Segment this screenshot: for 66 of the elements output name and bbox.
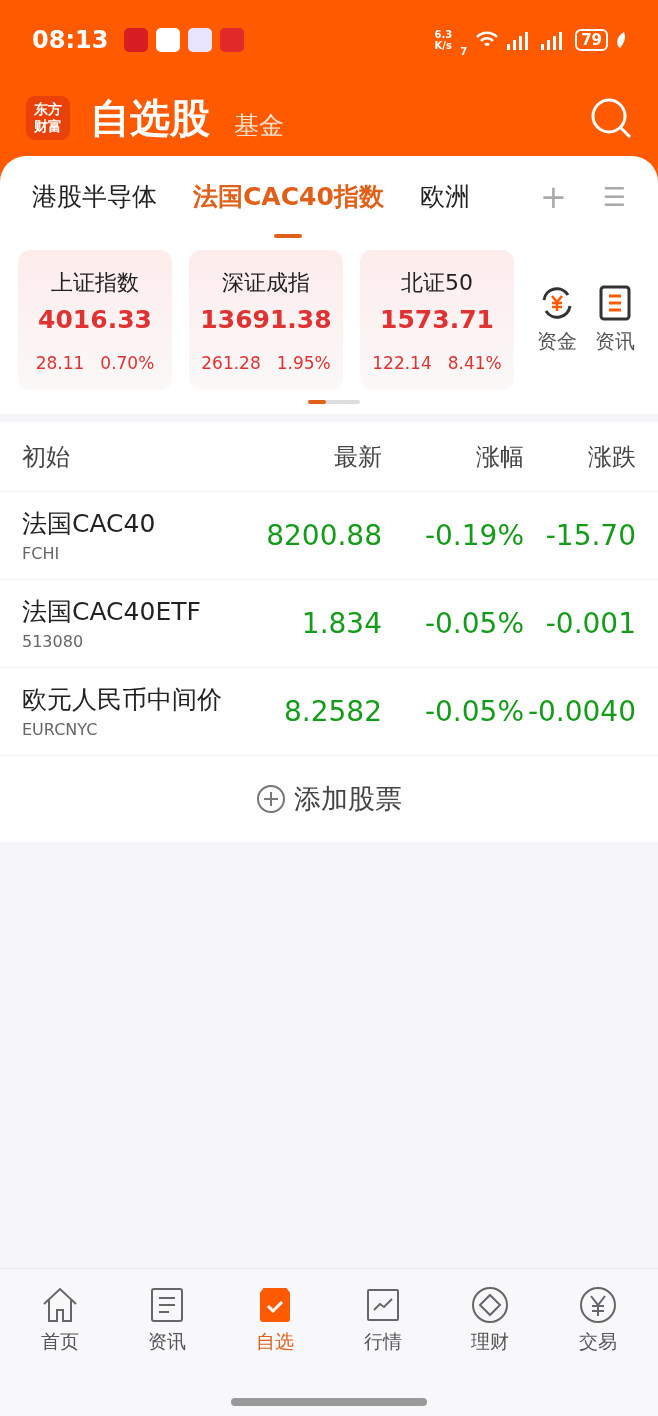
status-time: 08:13	[32, 25, 109, 56]
wifi-icon	[475, 31, 500, 49]
nav-tab[interactable]: 理财	[450, 1285, 531, 1356]
stock-code: FCHI	[22, 543, 61, 566]
index-percent: 0.70%	[100, 351, 155, 375]
column-header[interactable]: 涨跌	[524, 438, 636, 475]
nav-tab[interactable]: 行情	[342, 1285, 423, 1356]
stock-row[interactable]: 法国CAC40ETF 513080 1.834 -0.05% -0.001	[0, 580, 658, 668]
plus-circle-icon	[256, 784, 286, 814]
group-tab[interactable]: 港股半导体	[32, 156, 157, 238]
network-speed: 6.3 K/s	[434, 29, 453, 51]
leaf-icon	[616, 32, 626, 48]
group-tab[interactable]: 欧洲	[419, 156, 470, 238]
stock-percent: -0.05%	[423, 693, 524, 730]
stock-price: 1.834	[300, 605, 382, 642]
app-notification-icon	[156, 28, 181, 52]
column-header[interactable]: 最新	[252, 438, 382, 475]
index-name: 上证指数	[51, 269, 139, 297]
search-icon[interactable]	[590, 97, 632, 139]
stock-name: 法国CAC40	[22, 507, 157, 540]
wifi-generation-label: 7	[460, 44, 468, 59]
index-value: 4016.33	[38, 304, 152, 336]
index-name: 深证成指	[222, 269, 310, 297]
index-percent: 1.95%	[276, 351, 331, 375]
stock-change: -0.0040	[526, 693, 636, 730]
nav-tab[interactable]: 交易	[558, 1285, 639, 1356]
group-tab[interactable]: 法国CAC40指数	[193, 156, 384, 238]
index-card[interactable]: 深证成指 13691.38 261.28 1.95%	[189, 250, 343, 390]
stock-price: 8.2582	[283, 693, 382, 730]
stock-change: -15.70	[544, 517, 636, 554]
stock-code: EURCNYC	[22, 719, 99, 742]
app-notification-icon	[220, 28, 245, 52]
yuan-circle-icon	[578, 1285, 619, 1325]
app-logo: 东方财富	[26, 96, 70, 140]
stock-name: 法国CAC40ETF	[22, 595, 202, 628]
shortcut-button[interactable]: 资讯	[595, 284, 635, 356]
pager-track	[308, 400, 360, 404]
index-change: 261.28	[201, 351, 261, 375]
document-icon	[598, 284, 632, 322]
column-header[interactable]: 涨幅	[382, 438, 524, 475]
index-value: 13691.38	[200, 304, 332, 336]
page-title: 自选股	[90, 94, 210, 143]
add-stock-button[interactable]: 添加股票	[0, 756, 658, 842]
stock-price: 8200.88	[265, 517, 382, 554]
stock-row[interactable]: 欧元人民币中间价 EURCNYC 8.2582 -0.05%-0.0040	[0, 668, 658, 756]
app-notification-icon	[124, 28, 149, 52]
index-value: 1573.71	[380, 304, 494, 336]
index-percent: 8.41%	[447, 351, 502, 375]
stock-change: -0.001	[544, 605, 636, 642]
battery-indicator: 79	[575, 29, 608, 51]
index-card[interactable]: 上证指数 4016.33 28.11 0.70%	[18, 250, 172, 390]
index-change: 28.11	[35, 351, 85, 375]
stock-row[interactable]: 法国CAC40 FCHI 8200.88 -0.19% -15.70	[0, 492, 658, 580]
column-header[interactable]: 初始	[22, 438, 252, 475]
index-change: 122.14	[372, 351, 432, 375]
index-card[interactable]: 北证50 1573.71 122.14 8.41%	[360, 250, 514, 390]
app-notification-icon	[188, 28, 213, 52]
index-name: 北证50	[401, 269, 473, 297]
stock-code: 513080	[22, 631, 85, 654]
shortcut-button[interactable]: 资金	[537, 284, 577, 356]
diamond-circle-icon	[470, 1285, 511, 1325]
stock-percent: -0.19%	[423, 517, 524, 554]
stock-name: 欧元人民币中间价	[22, 683, 223, 716]
nav-tab[interactable]: 首页	[19, 1285, 100, 1356]
stock-percent: -0.05%	[423, 605, 524, 642]
nav-tab[interactable]: 资讯	[127, 1285, 208, 1356]
